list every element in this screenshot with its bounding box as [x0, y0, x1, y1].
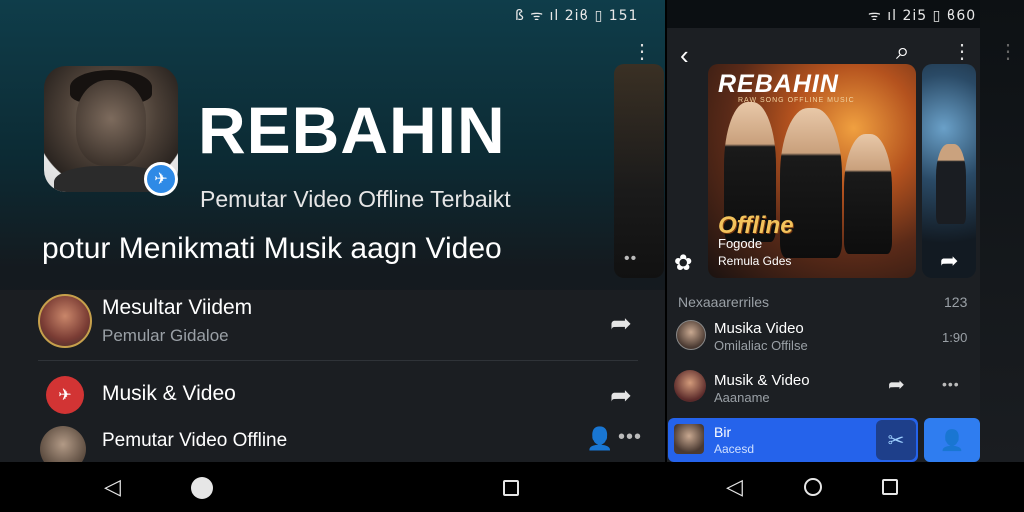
app-subtitle: Pemutar Video Offline Terbaikt: [200, 186, 511, 212]
video-list: Mesultar Viidem Pemular Gidaloe ➦ ✈ Musi…: [0, 290, 665, 472]
share-icon[interactable]: ➦: [610, 380, 632, 411]
poster-person: [844, 134, 892, 254]
list-item-meta: 1:90: [942, 330, 968, 345]
share-icon[interactable]: ➦: [888, 372, 905, 397]
nav-back-icon[interactable]: ◁: [726, 476, 743, 498]
more-vertical-icon[interactable]: ⋮: [952, 42, 972, 62]
app-title: REBAHIN: [198, 93, 506, 167]
featured-poster[interactable]: REBAHIN RAW SONG OFFLINE MUSIC Offline F…: [708, 64, 916, 278]
carousel-peek-left[interactable]: [614, 64, 664, 278]
gear-icon[interactable]: ✿: [674, 250, 692, 276]
more-horizontal-icon[interactable]: •••: [942, 376, 960, 392]
more-vertical-icon[interactable]: ⋮: [998, 42, 1018, 62]
nav-recents-icon[interactable]: [503, 480, 519, 496]
share-icon[interactable]: ➦: [610, 308, 632, 339]
now-playing-title: Bir: [714, 424, 732, 440]
list-item-title: Musik & Video: [714, 372, 810, 389]
user-icon[interactable]: 👤: [924, 418, 980, 462]
list-item-subtitle: Pemular Gidaloe: [102, 326, 229, 345]
back-icon[interactable]: ‹: [680, 40, 689, 71]
search-icon[interactable]: ⌕: [896, 38, 909, 66]
poster-title: REBAHIN: [718, 70, 839, 98]
list-item-title: Pemutar Video Offline: [102, 430, 288, 451]
nav-home-icon[interactable]: [804, 478, 822, 496]
section-label: Nexaaarerriles: [678, 294, 770, 310]
list-item-subtitle: Aaaname: [714, 390, 770, 405]
right-edge: [980, 0, 1024, 462]
nav-back-icon[interactable]: ◁: [104, 476, 121, 498]
list-item-title: Musika Video: [714, 320, 804, 337]
list-item-title: Musik & Video: [102, 382, 236, 405]
user-icon[interactable]: 👤: [586, 426, 613, 452]
nav-home-icon[interactable]: [191, 477, 213, 499]
status-bar-right: ᯤ ıl 2i5 ▯ ϐ60: [868, 8, 977, 24]
now-playing-subtitle: Aacesd: [714, 442, 755, 456]
list-item-thumbnail: [674, 370, 706, 402]
list-item-title: Mesultar Viidem: [102, 296, 253, 319]
list-item-thumbnail: [676, 320, 706, 350]
list-item-subtitle: Omilaliac Offilse: [714, 338, 808, 353]
music-icon: ✈: [46, 376, 84, 414]
panel-separator: [665, 0, 667, 512]
tagline: potur Menikmati Musik aagn Video: [42, 232, 502, 265]
verified-badge-icon: ✈: [144, 162, 178, 196]
system-nav-bar: ◁ ◁: [0, 462, 1024, 512]
section-count: 123: [944, 294, 968, 310]
tools-icon[interactable]: ✂: [876, 420, 916, 460]
list-item-thumbnail: [38, 294, 92, 348]
poster-caption: Remula Gdes: [718, 254, 792, 268]
left-panel: ß ᯤ ıl 2iϐ ▯ 151 ⋮ ✈ REBAHIN Pemutar Vid…: [0, 0, 665, 472]
poster-label: Fogode: [718, 236, 763, 251]
status-bar-left: ß ᯤ ıl 2iϐ ▯ 151: [515, 8, 639, 24]
nav-recents-icon[interactable]: [882, 479, 898, 495]
share-icon[interactable]: ➦: [940, 248, 958, 274]
now-playing-thumbnail: [674, 424, 704, 454]
more-horizontal-icon[interactable]: •••: [618, 426, 642, 449]
screen: ß ᯤ ıl 2iϐ ▯ 151 ⋮ ✈ REBAHIN Pemutar Vid…: [0, 0, 1024, 512]
carousel-peek-right[interactable]: [922, 64, 976, 278]
more-horizontal-icon[interactable]: ••: [624, 250, 637, 268]
divider: [38, 360, 638, 361]
more-vertical-icon[interactable]: ⋮: [632, 42, 652, 62]
